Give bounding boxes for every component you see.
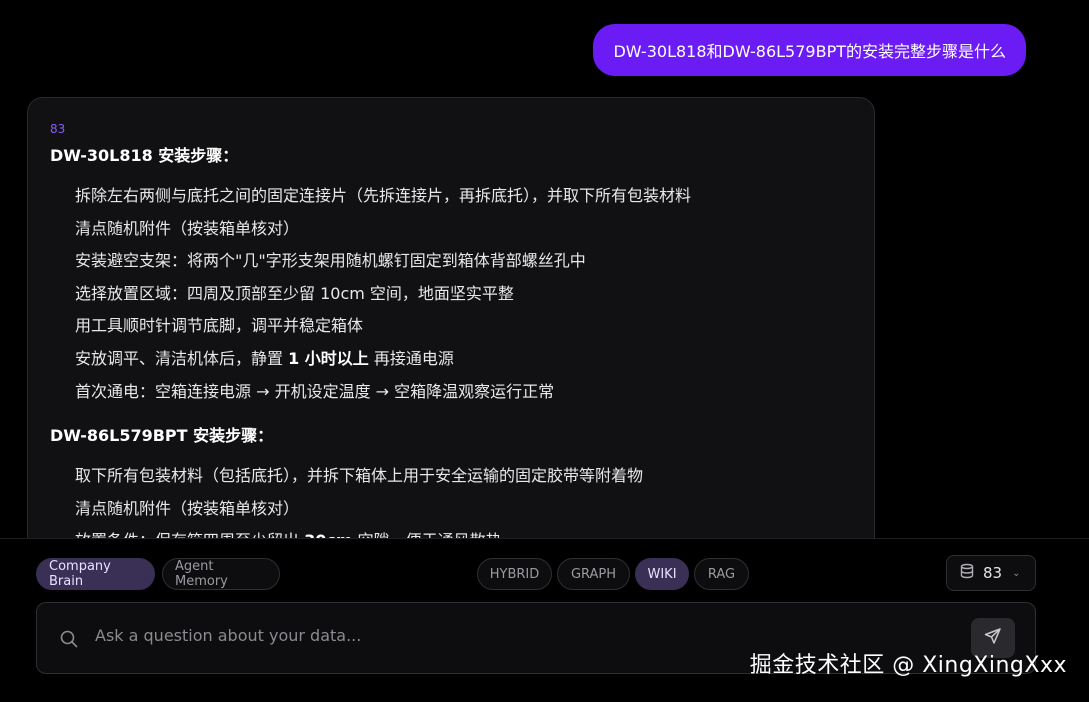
section-title-2: DW-86L579BPT 安装步骤：: [50, 426, 274, 446]
database-icon: [959, 563, 975, 583]
step-item: 选择放置区域：四周及顶部至少留 10cm 空间，地面坚实平整: [75, 283, 514, 303]
source-tab-company-brain[interactable]: Company Brain: [36, 558, 155, 590]
mode-tab-hybrid[interactable]: HYBRID: [477, 558, 552, 590]
source-tab-agent-memory[interactable]: Agent Memory: [162, 558, 280, 590]
mode-tab-rag[interactable]: RAG: [694, 558, 749, 590]
step-item: 清点随机附件（按装箱单核对）: [75, 218, 300, 238]
step-item: 用工具顺时针调节底脚，调平并稳定箱体: [75, 316, 364, 336]
step-text: 安放调平、清洁机体后，静置: [75, 348, 289, 368]
assistant-answer-card: 83 DW-30L818 安装步骤： 拆除左右两侧与底托之间的固定连接片（先拆连…: [27, 97, 875, 567]
step-item: 取下所有包装材料（包括底托），并拆下箱体上用于安全运输的固定胶带等附着物: [75, 466, 644, 486]
search-icon: [59, 629, 79, 653]
send-icon: [984, 627, 1002, 649]
mode-tab-graph[interactable]: GRAPH: [557, 558, 630, 590]
step-item: 首次通电：空箱连接电源 → 开机设定温度 → 空箱降温观察运行正常: [75, 381, 555, 401]
knowledge-base-select[interactable]: 83 ⌄: [946, 555, 1036, 591]
user-message-bubble: DW-30L818和DW-86L579BPT的安装完整步骤是什么: [593, 24, 1026, 76]
step-text: 再接通电源: [368, 348, 454, 368]
knowledge-base-count: 83: [983, 564, 1003, 582]
step-item: 安装避空支架：将两个"几"字形支架用随机螺钉固定到箱体背部螺丝孔中: [75, 251, 586, 271]
mode-tab-wiki[interactable]: WIKI: [635, 558, 689, 590]
source-count-label: 83: [50, 122, 66, 136]
step-item: 安放调平、清洁机体后，静置 1 小时以上 再接通电源: [75, 343, 852, 376]
chevron-down-icon: ⌄: [1012, 567, 1021, 579]
step-item: 清点随机附件（按装箱单核对）: [75, 498, 300, 518]
step-emphasis: 1 小时以上: [288, 348, 369, 368]
section-title-1: DW-30L818 安装步骤：: [50, 146, 239, 165]
steps-list-1: 拆除左右两侧与底托之间的固定连接片（先拆连接片，再拆底托），并取下所有包装材料 …: [50, 180, 852, 408]
user-message-text: DW-30L818和DW-86L579BPT的安装完整步骤是什么: [613, 42, 1006, 61]
step-item: 拆除左右两侧与底托之间的固定连接片（先拆连接片，再拆底托），并取下所有包装材料: [75, 186, 692, 205]
watermark-text: 掘金技术社区 @ XingXingXxx: [749, 653, 1067, 678]
